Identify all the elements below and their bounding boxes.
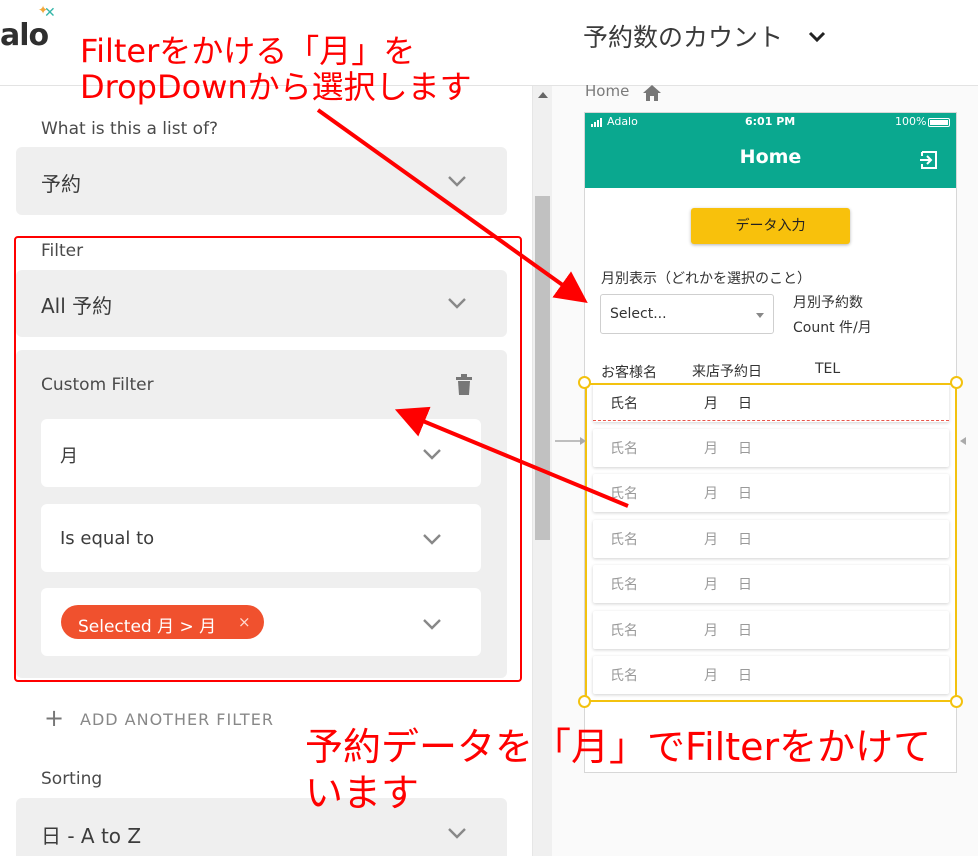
selection-frame[interactable] (585, 383, 957, 702)
scrollbar-thumb[interactable] (535, 196, 550, 540)
breadcrumb: Home (585, 82, 630, 100)
status-carrier: Adalo (607, 115, 638, 128)
sorting-label: Sorting (41, 769, 103, 789)
column-header: 来店予約日 (692, 364, 762, 380)
link-arrow-icon (555, 437, 586, 445)
screen-title[interactable]: 予約数のカウント (583, 18, 783, 54)
data-entry-button[interactable]: データ入力 (691, 208, 850, 244)
annotation-top-line2: DropDownから選択します (80, 68, 472, 106)
logout-icon[interactable] (919, 150, 939, 170)
resize-handle[interactable] (950, 695, 963, 708)
count-value: Count 件/月 (793, 320, 872, 336)
chevron-down-icon[interactable] (446, 822, 468, 844)
chevron-down-icon[interactable] (446, 170, 468, 192)
signal-icon (591, 117, 605, 127)
scroll-up-arrow-icon[interactable] (538, 92, 548, 98)
annotation-bottom-line2: います (305, 771, 420, 815)
annotation-highlight-box (14, 236, 522, 682)
resize-handle[interactable] (578, 376, 591, 389)
sorting-value: 日 - A to Z (41, 824, 142, 848)
status-bar: Adalo 6:01 PM 100% (585, 113, 956, 133)
resize-handle[interactable] (950, 376, 963, 389)
logo-sparkle-icon: ✕ (44, 5, 56, 21)
list-of-label: What is this a list of? (41, 119, 219, 139)
plus-icon[interactable]: + (44, 704, 64, 732)
column-header: TEL (815, 361, 841, 377)
count-label: 月別予約数 (793, 295, 863, 311)
app-logo: alo (0, 18, 49, 53)
status-time: 6:01 PM (745, 115, 796, 128)
monthly-label: 月別表示（どれかを選択のこと） (601, 271, 811, 287)
list-of-select[interactable] (16, 147, 507, 215)
list-of-value: 予約 (41, 172, 81, 196)
add-another-filter-button[interactable]: ADD ANOTHER FILTER (80, 710, 274, 729)
dropdown-placeholder: Select... (610, 306, 667, 322)
home-icon (643, 85, 661, 101)
app-title: Home (739, 146, 802, 168)
link-arrow-icon (960, 437, 966, 445)
battery-icon (928, 118, 950, 127)
status-battery: 100% (895, 115, 927, 128)
column-header: お客様名 (601, 365, 657, 381)
caret-down-icon[interactable] (756, 313, 764, 318)
chevron-down-icon[interactable] (804, 24, 830, 50)
resize-handle[interactable] (578, 695, 591, 708)
